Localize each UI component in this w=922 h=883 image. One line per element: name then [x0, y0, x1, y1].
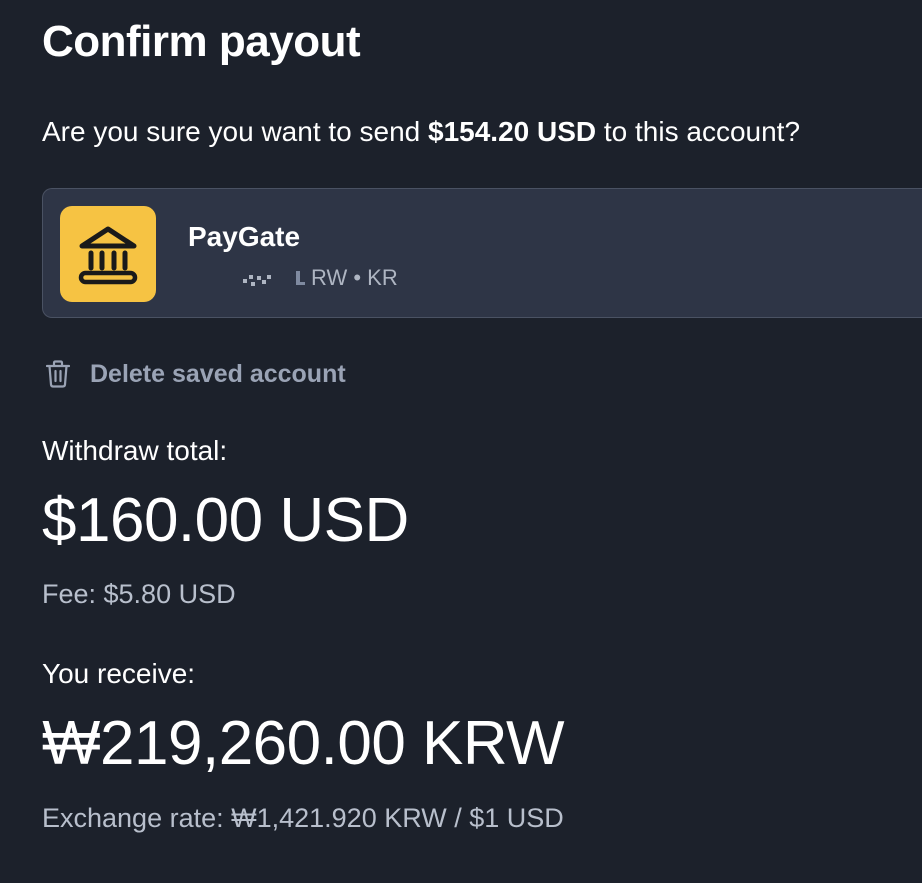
account-detail: RW • KR	[243, 264, 398, 292]
you-receive-label: You receive:	[42, 658, 196, 689]
delete-saved-account-button[interactable]: Delete saved account	[42, 356, 346, 392]
account-currency-country: RW • KR	[311, 265, 398, 290]
receive-amount: ₩219,260.00 KRW	[42, 709, 565, 778]
delete-saved-account-label: Delete saved account	[90, 359, 346, 388]
confirm-question-suffix: to this account?	[596, 116, 801, 147]
confirm-question-prefix: Are you sure you want to send	[42, 116, 428, 147]
withdraw-total-label: Withdraw total:	[42, 435, 228, 466]
confirm-question: Are you sure you want to send $154.20 US…	[42, 114, 800, 150]
account-name: PayGate	[188, 221, 301, 252]
fee-text: Fee: $5.80 USD	[42, 579, 236, 609]
page-title: Confirm payout	[42, 17, 361, 66]
saved-account-card[interactable]: PayGate RW • KR	[42, 188, 922, 318]
withdraw-total-amount: $160.00 USD	[42, 486, 409, 555]
trash-icon	[46, 360, 70, 388]
exchange-rate-text: Exchange rate: ₩1,421.920 KRW / $1 USD	[42, 803, 564, 833]
masked-account-number	[243, 271, 305, 287]
bank-icon	[60, 206, 156, 302]
confirm-amount: $154.20 USD	[428, 116, 597, 147]
